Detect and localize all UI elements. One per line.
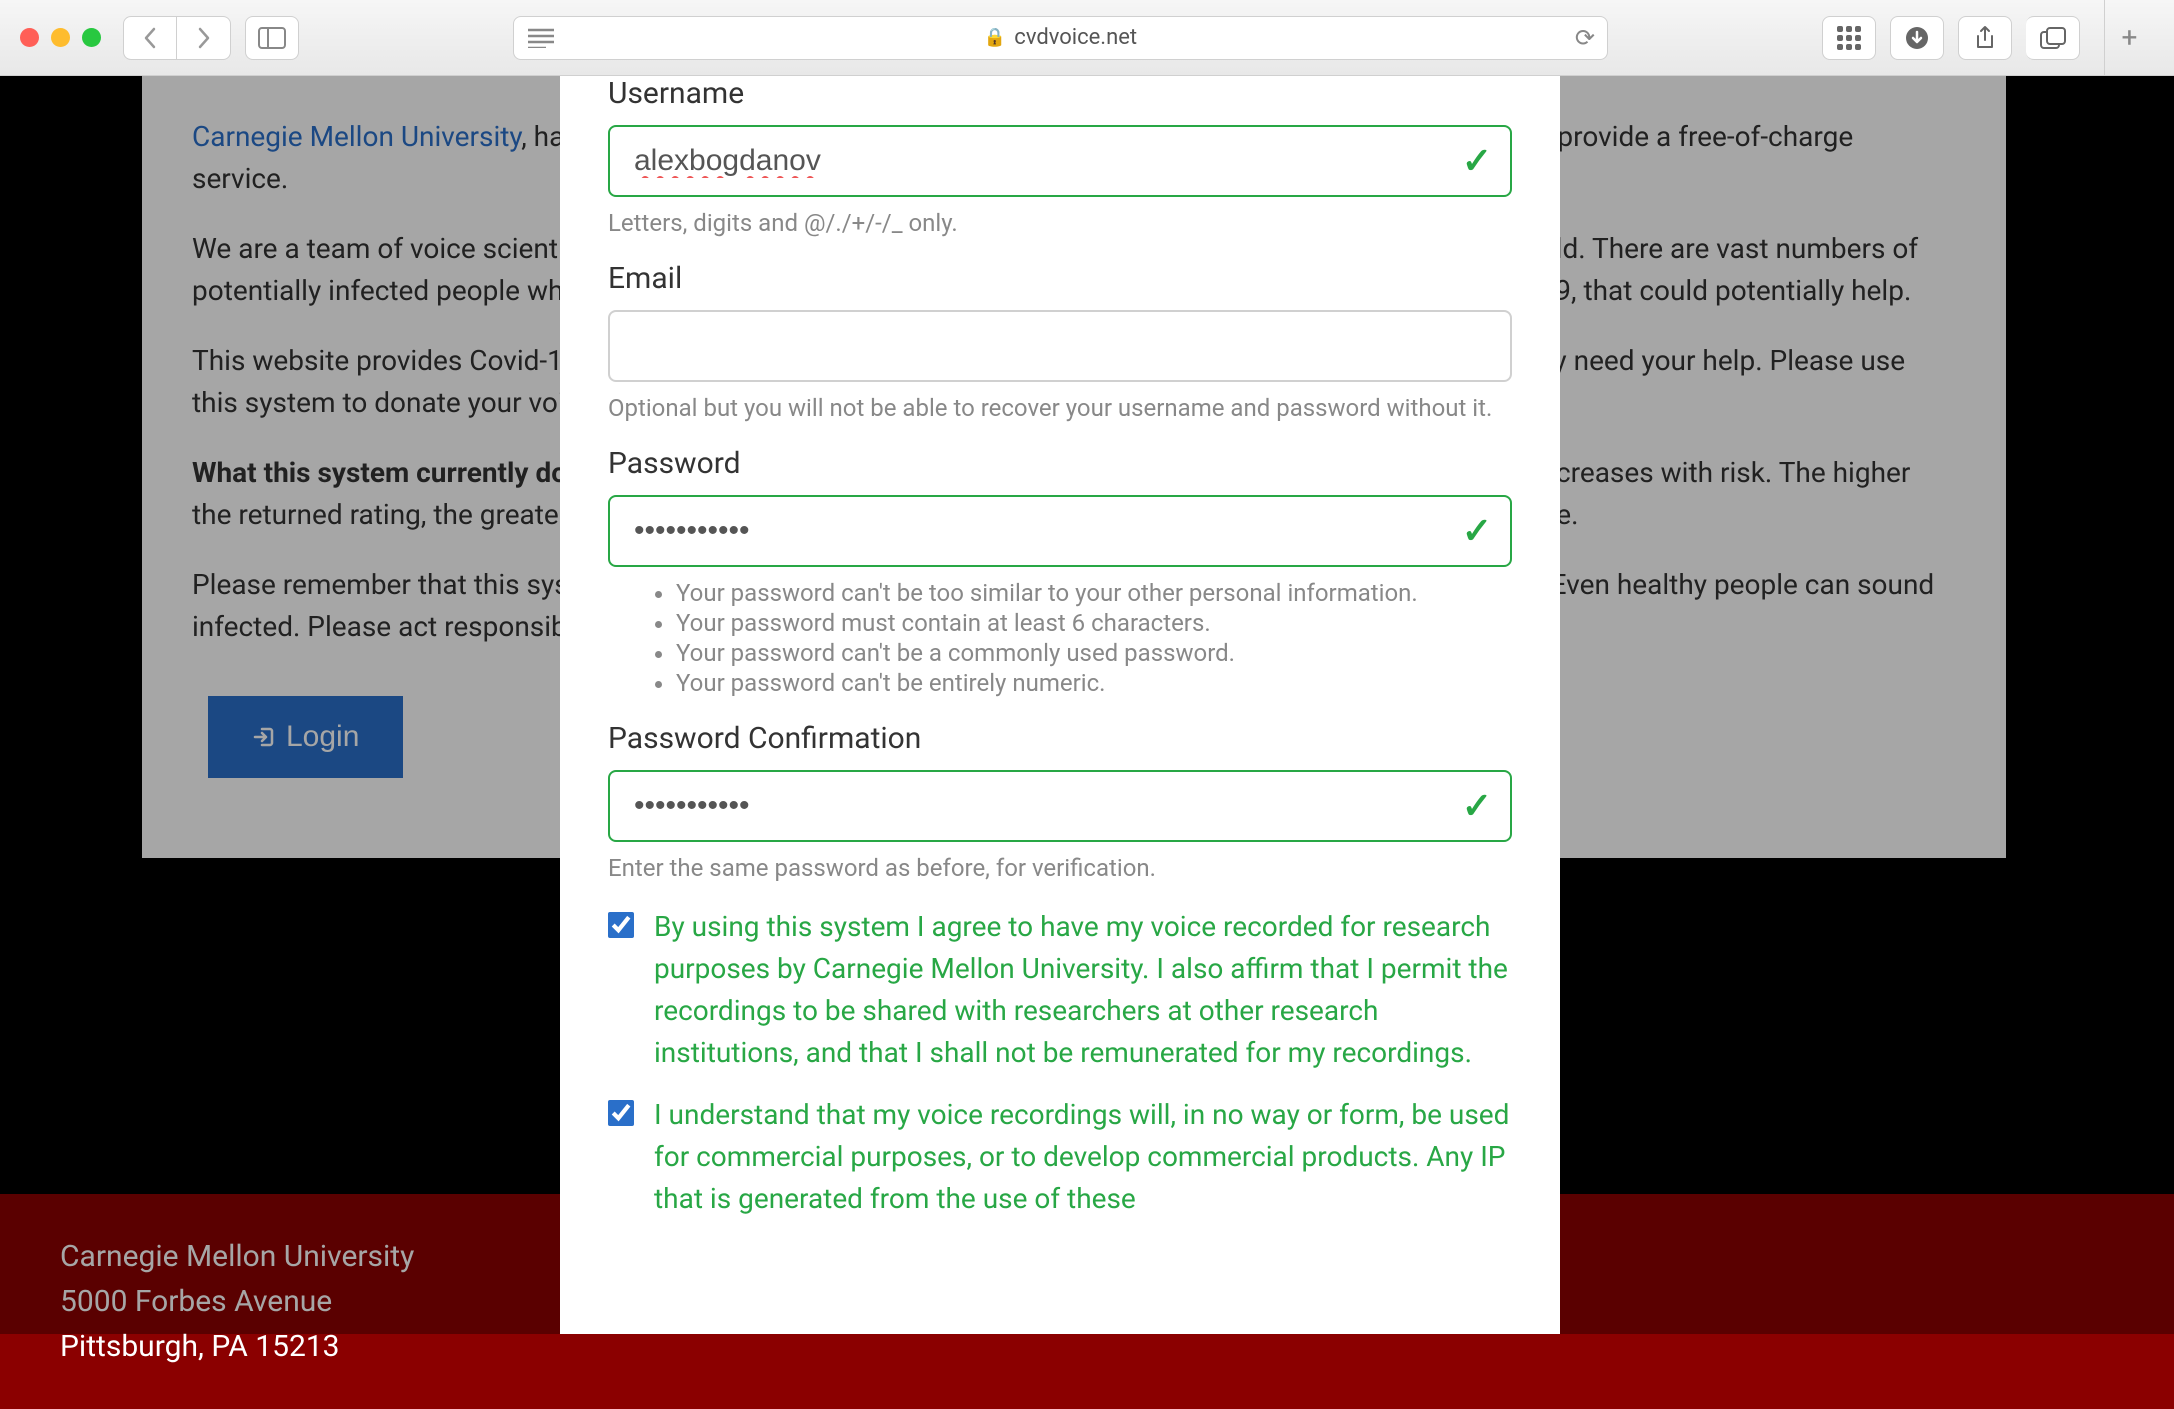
lock-icon: 🔒 bbox=[984, 27, 1006, 48]
username-label: Username bbox=[608, 76, 1512, 111]
downloads-button[interactable] bbox=[1890, 16, 1944, 60]
consent-text-2: I understand that my voice recordings wi… bbox=[654, 1094, 1512, 1220]
username-input[interactable] bbox=[608, 125, 1512, 197]
tab-overview-button[interactable] bbox=[2026, 16, 2080, 60]
password-rule: Your password must contain at least 6 ch… bbox=[676, 609, 1512, 637]
consent-checkbox-2[interactable] bbox=[608, 1100, 634, 1126]
email-help: Optional but you will not be able to rec… bbox=[608, 394, 1512, 422]
password-confirm-input[interactable] bbox=[608, 770, 1512, 842]
password-input[interactable] bbox=[608, 495, 1512, 567]
reader-mode-icon[interactable] bbox=[526, 23, 556, 53]
back-button[interactable] bbox=[123, 16, 177, 60]
check-icon: ✓ bbox=[1462, 785, 1492, 827]
share-button[interactable] bbox=[1958, 16, 2012, 60]
new-tab-button[interactable]: + bbox=[2104, 0, 2154, 76]
minimize-window-button[interactable] bbox=[51, 28, 70, 47]
reload-icon[interactable]: ⟳ bbox=[1575, 24, 1595, 52]
check-icon: ✓ bbox=[1462, 140, 1492, 182]
tabs-overview-button[interactable] bbox=[1822, 16, 1876, 60]
password-confirm-help: Enter the same password as before, for v… bbox=[608, 854, 1512, 882]
consent-text-1: By using this system I agree to have my … bbox=[654, 906, 1512, 1074]
password-rule: Your password can't be entirely numeric. bbox=[676, 669, 1512, 697]
password-confirm-label: Password Confirmation bbox=[608, 721, 1512, 756]
check-icon: ✓ bbox=[1462, 510, 1492, 552]
maximize-window-button[interactable] bbox=[82, 28, 101, 47]
url-text: cvdvoice.net bbox=[1014, 25, 1137, 50]
consent-checkbox-1[interactable] bbox=[608, 912, 634, 938]
password-label: Password bbox=[608, 446, 1512, 481]
url-bar[interactable]: 🔒 cvdvoice.net ⟳ bbox=[513, 16, 1608, 60]
password-rule: Your password can't be a commonly used p… bbox=[676, 639, 1512, 667]
signup-modal: Username ✓ Letters, digits and @/./+/-/_… bbox=[560, 76, 1560, 1334]
forward-button[interactable] bbox=[177, 16, 231, 60]
email-label: Email bbox=[608, 261, 1512, 296]
password-rule: Your password can't be too similar to yo… bbox=[676, 579, 1512, 607]
browser-toolbar: 🔒 cvdvoice.net ⟳ + bbox=[0, 0, 2174, 76]
grid-icon bbox=[1837, 26, 1861, 50]
window-controls bbox=[20, 28, 101, 47]
sidebar-toggle-button[interactable] bbox=[245, 16, 299, 60]
email-input[interactable] bbox=[608, 310, 1512, 382]
password-rules: Your password can't be too similar to yo… bbox=[608, 579, 1512, 697]
close-window-button[interactable] bbox=[20, 28, 39, 47]
username-help: Letters, digits and @/./+/-/_ only. bbox=[608, 209, 1512, 237]
